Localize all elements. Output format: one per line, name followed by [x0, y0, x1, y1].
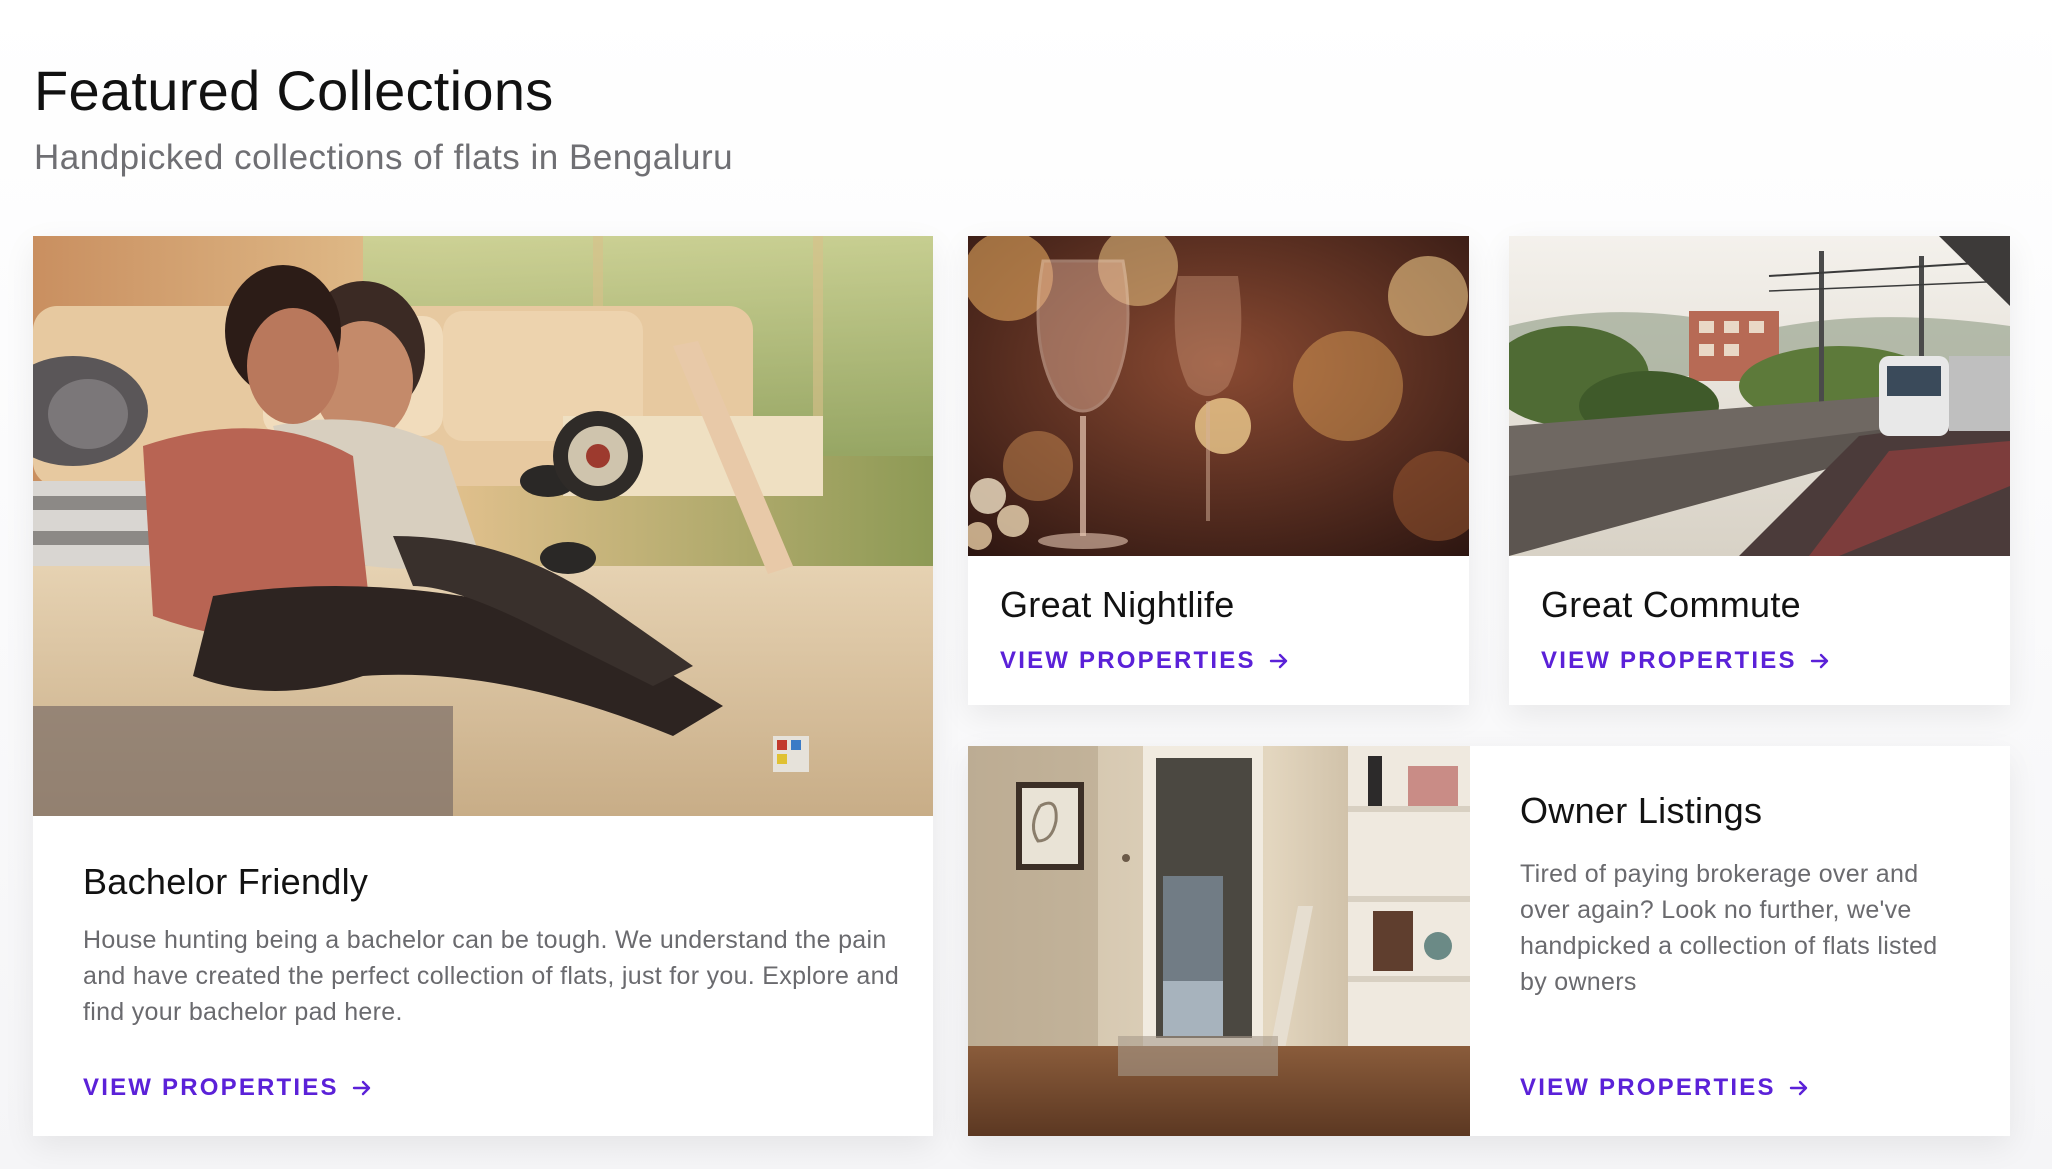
section-title: Featured Collections: [34, 59, 554, 122]
collection-card-great-nightlife[interactable]: Great Nightlife VIEW PROPERTIES: [968, 236, 1469, 705]
collection-card-great-commute[interactable]: Great Commute VIEW PROPERTIES: [1509, 236, 2010, 705]
card-description: Tired of paying brokerage over and over …: [1520, 860, 1938, 996]
bachelor-friendly-image[interactable]: [33, 236, 933, 816]
collection-card-bachelor-friendly[interactable]: Bachelor Friendly House hunting being a …: [33, 236, 933, 1136]
great-nightlife-image[interactable]: [968, 236, 1469, 556]
arrow-right-icon: [1810, 653, 1828, 669]
collection-card-owner-listings[interactable]: Owner Listings Tired of paying brokerage…: [968, 746, 2010, 1136]
card-title: Great Commute: [1541, 584, 1801, 625]
arrow-right-icon: [1269, 653, 1287, 669]
owner-listings-image[interactable]: [968, 746, 1470, 1136]
arrow-right-icon: [1789, 1080, 1807, 1096]
view-properties-link[interactable]: VIEW PROPERTIES: [1541, 647, 1831, 675]
card-title: Bachelor Friendly: [83, 861, 369, 902]
view-properties-label: VIEW PROPERTIES: [1520, 1074, 1776, 1101]
view-properties-link[interactable]: VIEW PROPERTIES: [1520, 1074, 1810, 1102]
card-title: Great Nightlife: [1000, 584, 1235, 625]
card-title: Owner Listings: [1520, 790, 1763, 831]
section-subtitle: Handpicked collections of flats in Benga…: [34, 138, 734, 177]
view-properties-link[interactable]: VIEW PROPERTIES: [1000, 647, 1290, 675]
view-properties-link[interactable]: VIEW PROPERTIES: [83, 1074, 373, 1102]
view-properties-label: VIEW PROPERTIES: [1541, 647, 1797, 674]
view-properties-label: VIEW PROPERTIES: [1000, 647, 1256, 674]
card-description: House hunting being a bachelor can be to…: [83, 926, 900, 1026]
great-commute-image[interactable]: [1509, 236, 2010, 556]
arrow-right-icon: [352, 1080, 370, 1096]
view-properties-label: VIEW PROPERTIES: [83, 1074, 339, 1101]
